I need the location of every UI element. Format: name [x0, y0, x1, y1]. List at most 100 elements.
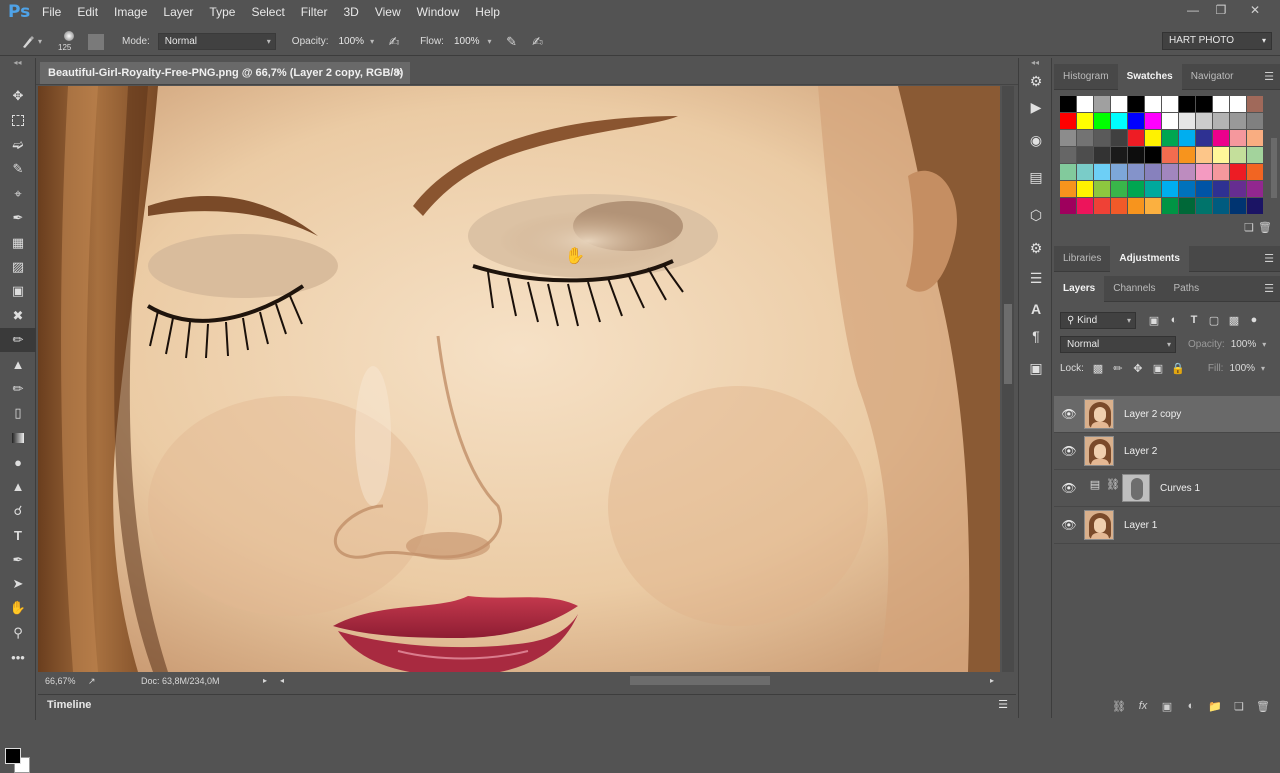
color-swatch[interactable]	[1077, 147, 1093, 163]
color-swatch[interactable]	[1179, 164, 1195, 180]
lock-pixels-icon[interactable]: ✏	[1108, 362, 1128, 375]
color-swatch[interactable]	[1196, 130, 1212, 146]
color-swatch[interactable]	[1230, 113, 1246, 129]
patch-tool-icon[interactable]: ▨	[0, 255, 36, 279]
color-swatch[interactable]	[1213, 96, 1229, 112]
brush-tool-preset-icon[interactable]	[18, 32, 38, 52]
color-swatch[interactable]	[1162, 198, 1178, 214]
tab-channels[interactable]: Channels	[1104, 276, 1164, 302]
color-swatch[interactable]	[1230, 198, 1246, 214]
color-swatch[interactable]	[1247, 164, 1263, 180]
color-swatch[interactable]	[1077, 113, 1093, 129]
tab-layers[interactable]: Layers	[1054, 275, 1105, 302]
color-swatch[interactable]	[1230, 181, 1246, 197]
share-icon[interactable]: ↗	[88, 673, 96, 689]
color-swatch[interactable]	[1128, 130, 1144, 146]
layer-row-layer-1[interactable]: 👁 Layer 1	[1054, 507, 1280, 544]
color-swatch[interactable]	[1230, 96, 1246, 112]
channels-mixer-icon[interactable]: ☰	[1019, 262, 1053, 294]
color-swatch[interactable]	[1162, 130, 1178, 146]
filter-toggle-icon[interactable]: ●	[1244, 314, 1264, 326]
filter-adjustment-icon[interactable]: ◐	[1164, 314, 1184, 326]
kind-filter-select[interactable]: ⚲ Kind ▾	[1060, 311, 1136, 329]
color-swatch[interactable]	[1094, 130, 1110, 146]
layer-name[interactable]: Layer 2 copy	[1124, 409, 1181, 420]
delete-layer-icon[interactable]: 🗑	[1254, 700, 1272, 713]
close-document-icon[interactable]: ×	[396, 62, 402, 84]
tab-libraries[interactable]: Libraries	[1054, 246, 1110, 272]
healing-brush-tool-icon[interactable]: ▦	[0, 230, 36, 254]
color-swatch[interactable]	[1145, 164, 1161, 180]
crop-tool-icon[interactable]: ⌖	[0, 182, 36, 206]
color-swatch[interactable]	[1162, 113, 1178, 129]
color-swatch[interactable]	[1196, 113, 1212, 129]
visibility-eye-icon[interactable]: 👁	[1054, 518, 1084, 532]
color-swatch[interactable]	[1060, 96, 1076, 112]
tab-paths[interactable]: Paths	[1165, 276, 1209, 302]
pressure-opacity-icon[interactable]: ✍	[384, 32, 404, 52]
color-swatch[interactable]	[1128, 198, 1144, 214]
link-layers-icon[interactable]: ⛓	[1110, 700, 1128, 713]
paragraph-icon[interactable]: ¶	[1019, 324, 1053, 348]
filter-type-icon[interactable]: T	[1184, 314, 1204, 326]
chevron-down-icon[interactable]: ▾	[1261, 364, 1265, 373]
close-window-icon[interactable]: ✕	[1240, 0, 1270, 20]
color-swatch[interactable]	[1094, 164, 1110, 180]
eyedropper-tool-icon[interactable]: ✒	[0, 206, 36, 230]
color-swatch[interactable]	[1060, 113, 1076, 129]
color-swatch[interactable]	[1247, 113, 1263, 129]
color-swatch[interactable]	[1060, 181, 1076, 197]
color-swatch[interactable]	[1162, 147, 1178, 163]
hand-tool-icon[interactable]: ✋	[0, 596, 36, 620]
timeline-panel-tab[interactable]: Timeline ☰	[38, 694, 1016, 716]
color-swatch[interactable]	[1145, 147, 1161, 163]
layer-name[interactable]: Curves 1	[1160, 483, 1200, 494]
blend-mode-select[interactable]: Normal ▾	[1060, 335, 1176, 353]
color-swatch[interactable]	[1077, 198, 1093, 214]
history-icon[interactable]: ⚙	[1019, 70, 1053, 92]
info-icon[interactable]: ▣	[1019, 348, 1053, 388]
layer-mask-thumbnail[interactable]	[1122, 474, 1150, 502]
color-swatch[interactable]	[1247, 198, 1263, 214]
color-swatch[interactable]	[1094, 113, 1110, 129]
color-swatch[interactable]	[1111, 181, 1127, 197]
burn-tool-icon[interactable]: ☌	[0, 499, 36, 523]
color-swatch[interactable]	[1179, 113, 1195, 129]
visibility-eye-icon[interactable]: 👁	[1054, 407, 1084, 421]
color-swatch[interactable]	[1145, 181, 1161, 197]
swatch-grid[interactable]	[1060, 96, 1274, 214]
color-swatch[interactable]	[1247, 130, 1263, 146]
marquee-tool-icon[interactable]	[0, 108, 36, 132]
document-canvas[interactable]: ✋	[38, 86, 1000, 672]
menu-filter[interactable]: Filter	[293, 0, 336, 24]
brush-tool-icon[interactable]: ✏	[0, 327, 36, 353]
color-swatch[interactable]	[1213, 113, 1229, 129]
fill-input[interactable]: 100%	[1229, 363, 1255, 374]
transform-tool-icon[interactable]: ▣	[0, 279, 36, 303]
zoom-tool-icon[interactable]: ⚲	[0, 621, 36, 645]
color-swatch[interactable]	[1077, 181, 1093, 197]
timeline-menu-icon[interactable]: ☰	[998, 695, 1008, 715]
color-swatch[interactable]	[1060, 130, 1076, 146]
color-swatch[interactable]	[1060, 147, 1076, 163]
color-swatch[interactable]	[1145, 113, 1161, 129]
color-swatch[interactable]	[1094, 181, 1110, 197]
menu-layer[interactable]: Layer	[155, 0, 201, 24]
crossed-tool-icon[interactable]: ✖	[0, 304, 36, 328]
menu-select[interactable]: Select	[243, 0, 292, 24]
chevron-down-icon[interactable]: ▾	[370, 37, 384, 46]
clone-source-icon[interactable]: ▤	[1019, 158, 1053, 196]
scroll-right-icon[interactable]: ▸	[990, 673, 994, 689]
dodge-tool-icon[interactable]: ▲	[0, 474, 36, 498]
color-swatch[interactable]	[1179, 96, 1195, 112]
minimize-icon[interactable]: —	[1178, 0, 1208, 20]
status-chevron-right-icon[interactable]: ▸	[263, 673, 267, 689]
new-group-folder-icon[interactable]: 📁	[1206, 700, 1224, 713]
tab-swatches[interactable]: Swatches	[1117, 63, 1182, 90]
brush-panel-icon[interactable]	[88, 33, 104, 50]
character-icon[interactable]: A	[1019, 294, 1053, 324]
color-swatch[interactable]	[1247, 147, 1263, 163]
color-swatch[interactable]	[1179, 198, 1195, 214]
opacity-input[interactable]: 100%	[338, 36, 364, 47]
visibility-eye-icon[interactable]: 👁	[1054, 444, 1084, 458]
